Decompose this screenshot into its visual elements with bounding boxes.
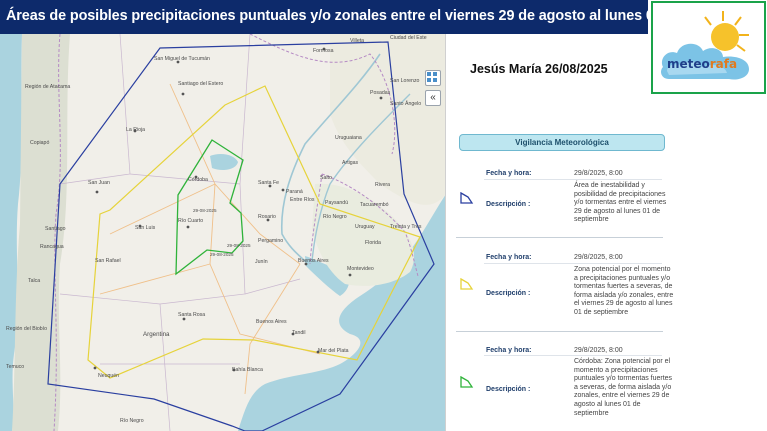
map-label-san-juan: San Juan [88,180,110,186]
map-label-rancagua: Rancagua [40,244,64,250]
description-value: Zona potencial por el momento a precipit… [574,266,674,316]
header-banner: Áreas de posibles precipitaciones puntua… [0,0,762,34]
map-label-posadas: Posadas [370,90,391,96]
map-label-san-luis: San Luis [135,225,156,231]
header-title: Áreas de posibles precipitaciones puntua… [6,8,762,24]
meteorafa-logo: meteorafa [651,1,766,94]
map-label-pergamino: Pergamino [258,238,283,244]
divider [484,179,662,180]
description-label: Descripción : [486,290,531,297]
polygon-icon-yellow [460,278,474,290]
map-label-date-3: 29-08-2025 [210,252,234,257]
province-borders [59,34,301,431]
map-label-formosa: Formosa [313,48,334,54]
polygon-icon-green [460,376,474,388]
map-label-junin: Junín [255,259,268,265]
map-label-san-rafael: San Rafael [95,258,121,264]
map-label-artigas: Artigas [342,160,359,166]
map-label-santa-rosa: Santa Rosa [178,312,205,318]
map-label-argentina: Argentina [143,331,170,338]
map-label-date-2: 29-08-2025 [227,243,251,248]
layers-icon [427,72,437,82]
layers-button[interactable] [425,70,441,86]
map-canvas[interactable]: San Miguel de Tucumán Santiago del Ester… [0,34,446,431]
map-label-tandil: Tandil [292,330,306,336]
map-label-santiago-cl: Santiago [45,226,66,232]
map-label-region-atacama: Región de Atacama [25,84,70,90]
description-label: Descripción : [486,201,531,208]
map-label-parana: Paraná [286,189,303,195]
entry-divider [456,237,663,238]
date-label: Fecha y hora: [486,254,532,261]
map-label-ciudad-del-este: Ciudad del Este [390,35,427,41]
map-label-santiago: Santiago del Estero [178,81,223,87]
map-label-rio-negro-uy: Río Negro [323,214,347,220]
divider [484,355,662,356]
description-label: Descripción : [486,386,531,393]
map-label-tacuarembo: Tacuarembó [360,202,389,208]
map-label-santo-angelo: Santo Ângelo [390,100,421,107]
map-label-bahia-blanca: Bahía Blanca [232,367,263,373]
map-label-rosario: Rosario [258,214,276,220]
map-label-san-miguel: San Miguel de Tucumán [154,56,210,62]
map-label-rivera: Rivera [375,182,390,188]
vigilance-entry-3[interactable]: Fecha y hora: 29/8/2025, 8:00 Descripció… [456,342,672,428]
map-label-la-rioja: La Rioja [126,127,145,133]
map-view[interactable]: San Miguel de Tucumán Santiago del Ester… [0,34,446,431]
map-label-region-biobio: Región del Biobío [6,326,47,332]
map-label-treinta-y-tres: Treinta y Tres [390,224,422,230]
map-label-talca: Talca [28,278,40,284]
map-label-rio-cuarto: Río Cuarto [178,218,203,224]
sun-cloud-icon [661,11,749,80]
logo-wordmark: meteorafa [667,57,738,71]
polygon-icon-blue [460,192,474,204]
screenshot: Áreas de posibles precipitaciones puntua… [0,0,767,431]
vigilance-entry-2[interactable]: Fecha y hora: 29/8/2025, 8:00 Descripció… [456,248,673,328]
entry-divider [456,331,663,332]
date-label: Fecha y hora: [486,170,532,177]
map-label-paysandu: Paysandú [325,200,348,206]
map-label-copiapo: Copiapó [30,140,49,146]
vigilance-entry-1[interactable]: Fecha y hora: 29/8/2025, 8:00 Descripció… [456,164,666,236]
map-label-mar-del-plata: Mar del Plata [318,348,349,354]
map-label-uruguay: Uruguay [355,224,375,230]
vigilance-panel-tab[interactable]: Vigilancia Meteorológica [459,134,665,151]
date-label: Fecha y hora: [486,347,532,354]
brazil-land [330,34,445,205]
map-label-temuco: Temuco [6,364,24,370]
map-label-san-lorenzo: San Lorenzo [390,78,420,84]
author-date: Jesús María 26/08/2025 [470,62,608,76]
date-value: 29/8/2025, 8:00 [574,254,623,261]
map-label-buenos-aires: Buenos Aires [298,258,329,264]
map-label-florida: Florida [365,240,381,246]
divider [484,263,662,264]
map-label-rio-negro-ar: Río Negro [120,418,144,424]
map-label-cordoba: Córdoba [188,177,208,183]
map-label-uruguaiana: Uruguaiana [335,135,362,141]
description-value: Córdoba: Zona potencial por el momento a… [574,358,673,417]
map-label-salto: Salto [320,175,332,181]
map-label-neuquen: Neuquén [98,373,119,379]
laguna-mar-chiquita [210,154,238,170]
collapse-icon: « [430,92,436,103]
date-value: 29/8/2025, 8:00 [574,170,623,177]
description-value: Área de inestabilidad y posibilidad de p… [574,182,667,224]
map-label-entre-rios: Entre Ríos [290,197,315,203]
map-label-buenos-aires-prov: Buenos Aires [256,319,287,325]
collapse-panel-button[interactable]: « [425,90,441,106]
map-label-montevideo: Montevideo [347,266,374,272]
map-label-date-1: 29-08-2025 [193,208,217,213]
map-label-santa-fe: Santa Fe [258,180,279,186]
map-label-villeta: Villeta [350,38,364,44]
